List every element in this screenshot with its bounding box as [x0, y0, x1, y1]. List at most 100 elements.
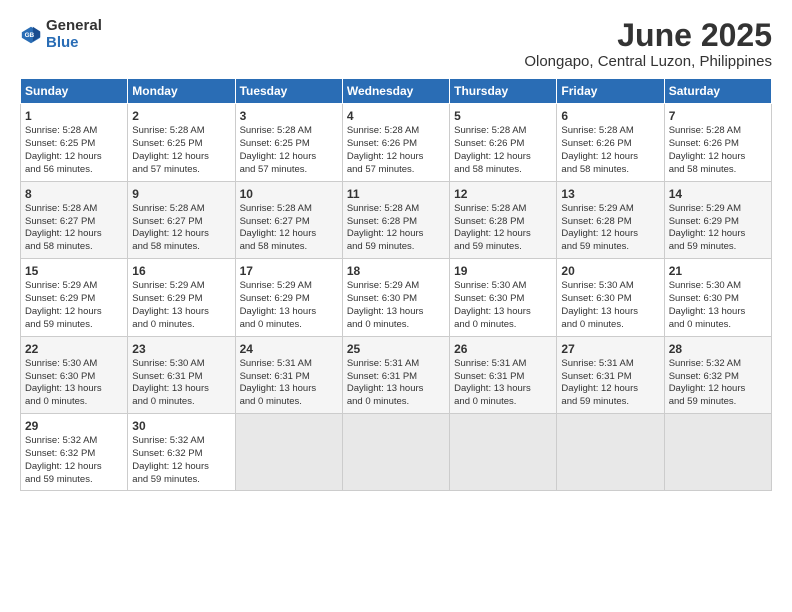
- calendar-week-2: 8Sunrise: 5:28 AMSunset: 6:27 PMDaylight…: [21, 181, 772, 258]
- logo-icon: GB: [20, 24, 42, 46]
- day-info-line: Sunrise: 5:29 AM: [25, 280, 123, 293]
- day-info-line: and 0 minutes.: [454, 319, 552, 332]
- day-info-line: Sunset: 6:31 PM: [240, 371, 338, 384]
- calendar-table: Sunday Monday Tuesday Wednesday Thursday…: [20, 78, 772, 491]
- day-info-line: Sunrise: 5:28 AM: [132, 125, 230, 138]
- col-monday: Monday: [128, 79, 235, 104]
- day-info-line: Sunset: 6:29 PM: [25, 293, 123, 306]
- day-info-line: and 57 minutes.: [132, 164, 230, 177]
- day-info-line: Sunrise: 5:32 AM: [25, 435, 123, 448]
- calendar-cell: [450, 413, 557, 490]
- day-number: 26: [454, 341, 552, 357]
- day-info-line: Daylight: 12 hours: [25, 151, 123, 164]
- day-info-line: Sunrise: 5:28 AM: [669, 125, 767, 138]
- day-info-line: and 0 minutes.: [454, 396, 552, 409]
- calendar-cell: 11Sunrise: 5:28 AMSunset: 6:28 PMDayligh…: [342, 181, 449, 258]
- page: GB General Blue June 2025 Olongapo, Cent…: [0, 0, 792, 612]
- day-info-line: Sunrise: 5:30 AM: [454, 280, 552, 293]
- day-number: 15: [25, 263, 123, 279]
- day-info-line: Daylight: 13 hours: [347, 383, 445, 396]
- calendar-cell: 20Sunrise: 5:30 AMSunset: 6:30 PMDayligh…: [557, 259, 664, 336]
- day-number: 7: [669, 108, 767, 124]
- day-info-line: Sunset: 6:30 PM: [669, 293, 767, 306]
- day-info-line: Sunrise: 5:29 AM: [669, 203, 767, 216]
- calendar-week-3: 15Sunrise: 5:29 AMSunset: 6:29 PMDayligh…: [21, 259, 772, 336]
- day-info-line: and 0 minutes.: [132, 396, 230, 409]
- day-info-line: Daylight: 13 hours: [132, 383, 230, 396]
- day-info-line: Sunset: 6:27 PM: [25, 216, 123, 229]
- day-info-line: and 59 minutes.: [454, 241, 552, 254]
- day-info-line: and 59 minutes.: [25, 474, 123, 487]
- day-info-line: Sunrise: 5:28 AM: [132, 203, 230, 216]
- day-number: 27: [561, 341, 659, 357]
- day-info-line: and 58 minutes.: [669, 164, 767, 177]
- calendar-cell: [557, 413, 664, 490]
- day-info-line: Daylight: 12 hours: [132, 461, 230, 474]
- day-info-line: Sunrise: 5:28 AM: [454, 125, 552, 138]
- day-info-line: Daylight: 12 hours: [669, 228, 767, 241]
- day-info-line: Sunrise: 5:30 AM: [561, 280, 659, 293]
- day-info-line: Sunset: 6:32 PM: [669, 371, 767, 384]
- day-number: 9: [132, 186, 230, 202]
- col-friday: Friday: [557, 79, 664, 104]
- day-info-line: Sunset: 6:25 PM: [132, 138, 230, 151]
- day-info-line: Daylight: 13 hours: [240, 383, 338, 396]
- day-info-line: Daylight: 13 hours: [347, 306, 445, 319]
- day-info-line: Sunset: 6:30 PM: [347, 293, 445, 306]
- logo-text: General Blue: [46, 18, 102, 51]
- calendar-cell: 26Sunrise: 5:31 AMSunset: 6:31 PMDayligh…: [450, 336, 557, 413]
- calendar-cell: [342, 413, 449, 490]
- day-info-line: Daylight: 12 hours: [25, 461, 123, 474]
- day-info-line: Sunrise: 5:32 AM: [669, 358, 767, 371]
- day-info-line: Sunset: 6:26 PM: [347, 138, 445, 151]
- day-info-line: Sunset: 6:28 PM: [561, 216, 659, 229]
- calendar-cell: 4Sunrise: 5:28 AMSunset: 6:26 PMDaylight…: [342, 104, 449, 181]
- day-info-line: and 0 minutes.: [561, 319, 659, 332]
- day-info-line: Sunrise: 5:31 AM: [240, 358, 338, 371]
- calendar-cell: [235, 413, 342, 490]
- day-info-line: and 0 minutes.: [669, 319, 767, 332]
- day-number: 18: [347, 263, 445, 279]
- day-info-line: Sunset: 6:27 PM: [240, 216, 338, 229]
- day-info-line: Daylight: 12 hours: [347, 228, 445, 241]
- calendar-cell: 22Sunrise: 5:30 AMSunset: 6:30 PMDayligh…: [21, 336, 128, 413]
- day-number: 12: [454, 186, 552, 202]
- day-number: 25: [347, 341, 445, 357]
- calendar-title: June 2025: [524, 18, 772, 53]
- header: GB General Blue June 2025 Olongapo, Cent…: [20, 18, 772, 70]
- day-info-line: Sunset: 6:25 PM: [240, 138, 338, 151]
- calendar-cell: 1Sunrise: 5:28 AMSunset: 6:25 PMDaylight…: [21, 104, 128, 181]
- day-info-line: and 57 minutes.: [347, 164, 445, 177]
- calendar-cell: 18Sunrise: 5:29 AMSunset: 6:30 PMDayligh…: [342, 259, 449, 336]
- day-info-line: and 0 minutes.: [240, 319, 338, 332]
- day-info-line: Sunrise: 5:29 AM: [347, 280, 445, 293]
- day-info-line: Daylight: 13 hours: [240, 306, 338, 319]
- calendar-cell: 25Sunrise: 5:31 AMSunset: 6:31 PMDayligh…: [342, 336, 449, 413]
- day-info-line: Sunrise: 5:28 AM: [561, 125, 659, 138]
- day-info-line: Daylight: 12 hours: [240, 228, 338, 241]
- logo: GB General Blue: [20, 18, 102, 51]
- calendar-cell: 13Sunrise: 5:29 AMSunset: 6:28 PMDayligh…: [557, 181, 664, 258]
- day-number: 13: [561, 186, 659, 202]
- day-info-line: Daylight: 12 hours: [561, 151, 659, 164]
- day-info-line: Daylight: 13 hours: [669, 306, 767, 319]
- calendar-cell: 12Sunrise: 5:28 AMSunset: 6:28 PMDayligh…: [450, 181, 557, 258]
- col-sunday: Sunday: [21, 79, 128, 104]
- day-info-line: Sunrise: 5:28 AM: [25, 203, 123, 216]
- day-number: 4: [347, 108, 445, 124]
- day-info-line: Daylight: 12 hours: [132, 228, 230, 241]
- day-info-line: Daylight: 12 hours: [454, 151, 552, 164]
- day-info-line: and 59 minutes.: [25, 319, 123, 332]
- day-info-line: Sunset: 6:29 PM: [240, 293, 338, 306]
- logo-general: General: [46, 18, 102, 35]
- day-info-line: Sunset: 6:28 PM: [347, 216, 445, 229]
- day-info-line: and 58 minutes.: [240, 241, 338, 254]
- day-info-line: Daylight: 12 hours: [240, 151, 338, 164]
- day-info-line: and 59 minutes.: [669, 241, 767, 254]
- day-number: 28: [669, 341, 767, 357]
- calendar-cell: 10Sunrise: 5:28 AMSunset: 6:27 PMDayligh…: [235, 181, 342, 258]
- logo-blue: Blue: [46, 35, 102, 52]
- day-info-line: Sunset: 6:25 PM: [25, 138, 123, 151]
- calendar-week-5: 29Sunrise: 5:32 AMSunset: 6:32 PMDayligh…: [21, 413, 772, 490]
- day-info-line: Sunrise: 5:29 AM: [240, 280, 338, 293]
